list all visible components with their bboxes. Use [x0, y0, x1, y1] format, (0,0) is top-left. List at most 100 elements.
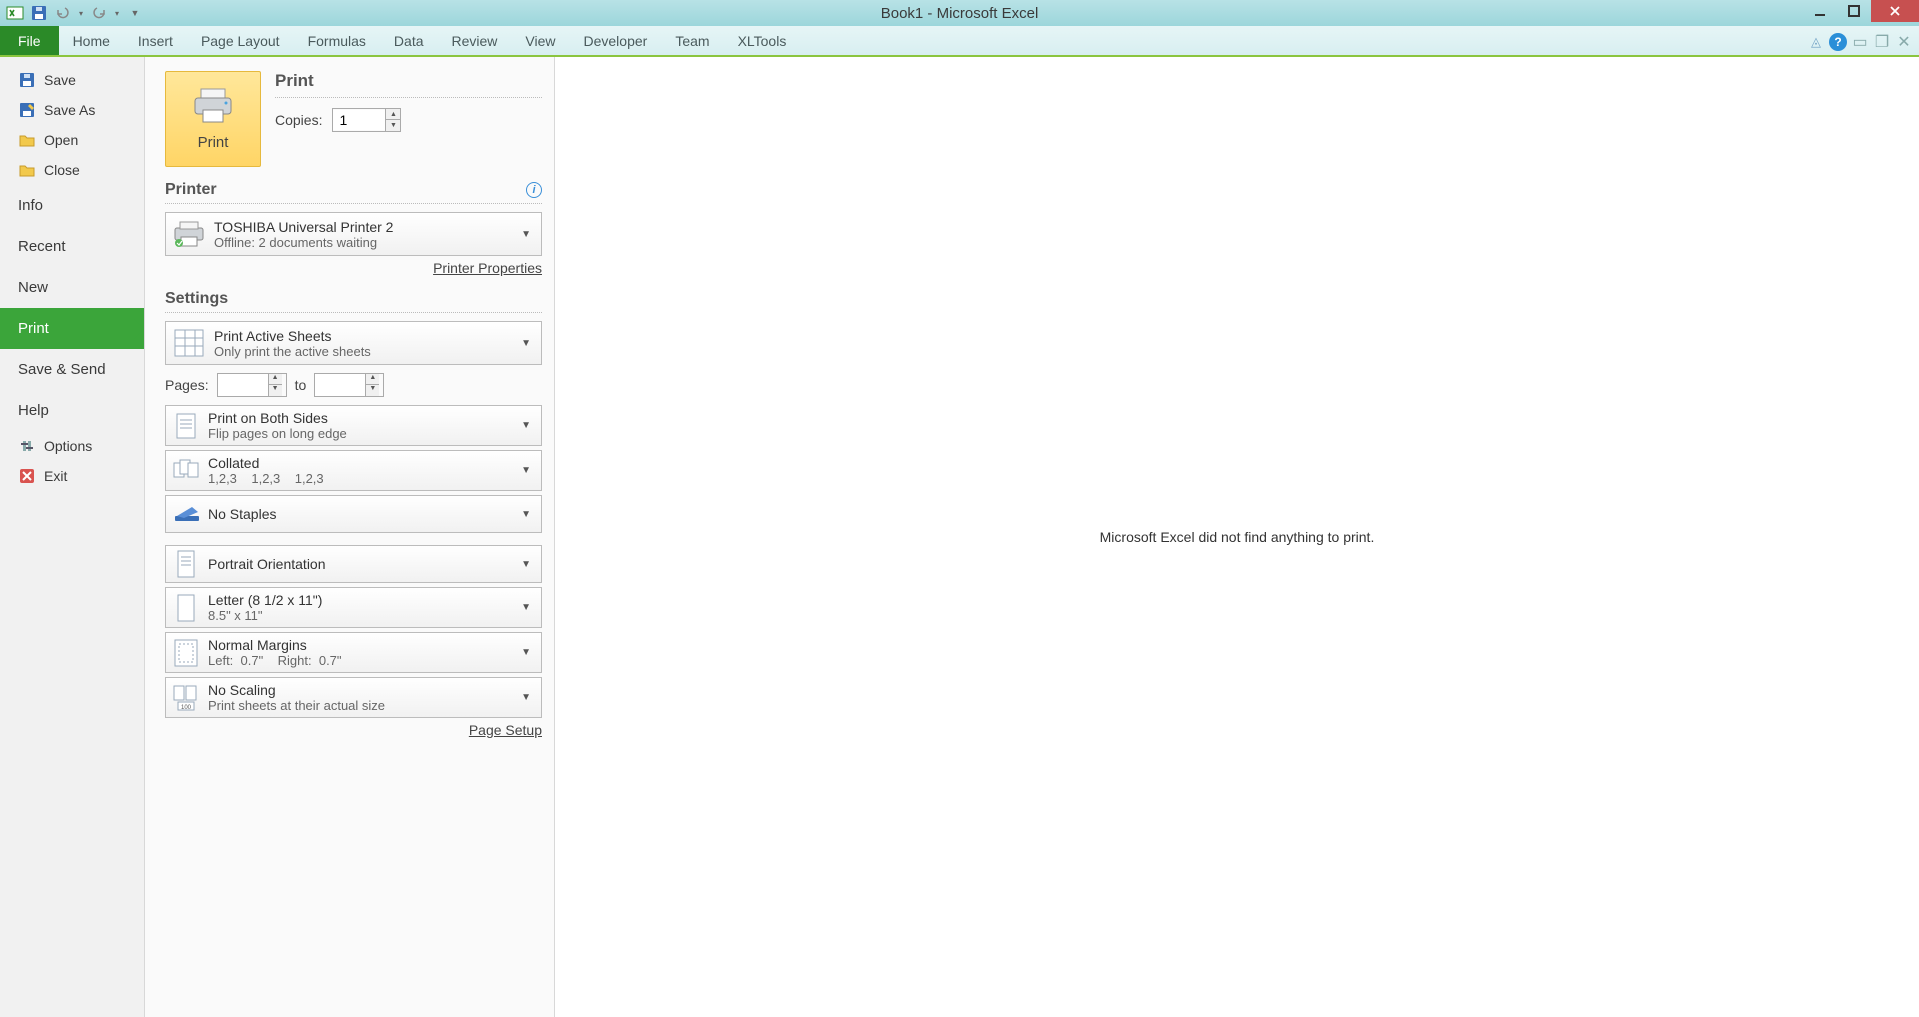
undo-icon[interactable] [52, 2, 74, 24]
qat-dropdown-icon[interactable]: ▾ [76, 2, 86, 24]
tab-formulas[interactable]: Formulas [294, 26, 380, 55]
tab-team[interactable]: Team [661, 26, 723, 55]
sidebar-item-new[interactable]: New [0, 267, 144, 308]
sidebar-item-info[interactable]: Info [0, 185, 144, 226]
minimize-ribbon-icon[interactable]: ◬ [1807, 33, 1825, 51]
copies-input[interactable]: ▲ ▼ [332, 108, 401, 132]
scaling-dropdown[interactable]: 100 No Scaling Print sheets at their act… [165, 677, 542, 718]
print-panel: Print Print Copies: ▲ ▼ Printer [145, 57, 555, 1017]
help-icon[interactable]: ? [1829, 33, 1847, 51]
printer-heading-label: Printer [165, 181, 217, 199]
save-icon[interactable] [28, 2, 50, 24]
stapler-icon [172, 500, 200, 528]
sidebar-item-save[interactable]: Save [0, 65, 144, 95]
print-what-dropdown[interactable]: Print Active Sheets Only print the activ… [165, 321, 542, 365]
tab-home[interactable]: Home [59, 26, 124, 55]
chevron-down-icon: ▼ [517, 509, 535, 520]
collate-dropdown[interactable]: Collated 1,2,3 1,2,3 1,2,3 ▼ [165, 450, 542, 491]
sidebar-item-label: Save [44, 72, 76, 88]
sidebar-item-options[interactable]: Options [0, 431, 144, 461]
sidebar-item-save-send[interactable]: Save & Send [0, 349, 144, 390]
sidebar-item-print[interactable]: Print [0, 308, 144, 349]
sidebar-item-recent[interactable]: Recent [0, 226, 144, 267]
preview-empty-message: Microsoft Excel did not find anything to… [1100, 529, 1375, 545]
ribbon-right-controls: ◬ ? ▭ ❐ ✕ [1807, 26, 1913, 57]
tab-developer[interactable]: Developer [570, 26, 662, 55]
sidebar-item-label: Help [18, 402, 49, 419]
duplex-dropdown[interactable]: Print on Both Sides Flip pages on long e… [165, 405, 542, 446]
printer-properties-link[interactable]: Printer Properties [433, 260, 542, 276]
sidebar-item-exit[interactable]: Exit [0, 461, 144, 491]
excel-icon [4, 2, 26, 24]
sidebar-item-label: Recent [18, 238, 66, 255]
pages-to-input[interactable]: ▲▼ [314, 373, 384, 397]
staples-dropdown[interactable]: No Staples ▼ [165, 495, 542, 533]
copies-field[interactable] [333, 110, 385, 130]
tab-view[interactable]: View [511, 26, 569, 55]
chevron-down-icon: ▼ [517, 420, 535, 431]
margins-icon [172, 639, 200, 667]
duplex-sub: Flip pages on long edge [208, 426, 509, 441]
printer-dropdown[interactable]: TOSHIBA Universal Printer 2 Offline: 2 d… [165, 212, 542, 256]
paper-size-dropdown[interactable]: Letter (8 1/2 x 11") 8.5" x 11" ▼ [165, 587, 542, 628]
sidebar-item-label: Print [18, 320, 49, 337]
save-icon [18, 71, 36, 89]
tab-insert[interactable]: Insert [124, 26, 187, 55]
pages-from-field[interactable] [218, 374, 268, 396]
ribbon-window-minimize-icon[interactable]: ▭ [1851, 33, 1869, 51]
maximize-button[interactable] [1837, 0, 1871, 22]
margins-dropdown[interactable]: Normal Margins Left: 0.7" Right: 0.7" ▼ [165, 632, 542, 673]
settings-heading-label: Settings [165, 290, 228, 308]
pages-to-label: to [295, 377, 307, 393]
sidebar-item-save-as[interactable]: Save As [0, 95, 144, 125]
backstage-sidebar: Save Save As Open Close Info Recent New … [0, 57, 145, 1017]
printer-section-header: Printer i [165, 181, 542, 204]
copies-up-icon[interactable]: ▲ [386, 109, 400, 120]
info-icon[interactable]: i [526, 182, 542, 198]
minimize-button[interactable] [1803, 0, 1837, 22]
spinner-down-icon[interactable]: ▼ [366, 385, 379, 396]
spinner-down-icon[interactable]: ▼ [269, 385, 282, 396]
ribbon-window-restore-icon[interactable]: ❐ [1873, 33, 1891, 51]
qat-customize-icon[interactable]: ▼ [124, 2, 146, 24]
window-controls [1803, 0, 1919, 26]
sidebar-item-help[interactable]: Help [0, 390, 144, 431]
file-tab[interactable]: File [0, 26, 59, 55]
page-setup-link[interactable]: Page Setup [469, 722, 542, 738]
folder-close-icon [18, 161, 36, 179]
sidebar-item-label: Close [44, 162, 80, 178]
tab-page-layout[interactable]: Page Layout [187, 26, 294, 55]
spinner-up-icon[interactable]: ▲ [269, 374, 282, 385]
copies-down-icon[interactable]: ▼ [386, 120, 400, 131]
margins-sub: Left: 0.7" Right: 0.7" [208, 653, 509, 668]
chevron-down-icon: ▼ [517, 338, 535, 349]
print-button[interactable]: Print [165, 71, 261, 167]
paper-title: Letter (8 1/2 x 11") [208, 592, 509, 608]
save-as-icon [18, 101, 36, 119]
quick-access-toolbar: ▾ ▾ ▼ [0, 2, 146, 24]
redo-icon[interactable] [88, 2, 110, 24]
sidebar-item-open[interactable]: Open [0, 125, 144, 155]
spinner-up-icon[interactable]: ▲ [366, 374, 379, 385]
tab-review[interactable]: Review [438, 26, 512, 55]
pages-to-field[interactable] [315, 374, 365, 396]
exit-icon [18, 467, 36, 485]
orientation-dropdown[interactable]: Portrait Orientation ▼ [165, 545, 542, 583]
sidebar-item-close[interactable]: Close [0, 155, 144, 185]
sidebar-item-label: Open [44, 132, 78, 148]
printer-icon [191, 88, 235, 124]
title-bar: ▾ ▾ ▼ Book1 - Microsoft Excel [0, 0, 1919, 26]
staples-title: No Staples [208, 506, 509, 522]
close-button[interactable] [1871, 0, 1919, 22]
pages-from-input[interactable]: ▲▼ [217, 373, 287, 397]
folder-open-icon [18, 131, 36, 149]
scaling-sub: Print sheets at their actual size [208, 698, 509, 713]
tab-xltools[interactable]: XLTools [724, 26, 801, 55]
page-icon [172, 594, 200, 622]
printer-status: Offline: 2 documents waiting [214, 235, 509, 250]
paper-sub: 8.5" x 11" [208, 608, 509, 623]
ribbon-window-close-icon[interactable]: ✕ [1895, 33, 1913, 51]
printer-name: TOSHIBA Universal Printer 2 [214, 219, 509, 235]
tab-data[interactable]: Data [380, 26, 438, 55]
qat-dropdown-icon[interactable]: ▾ [112, 2, 122, 24]
